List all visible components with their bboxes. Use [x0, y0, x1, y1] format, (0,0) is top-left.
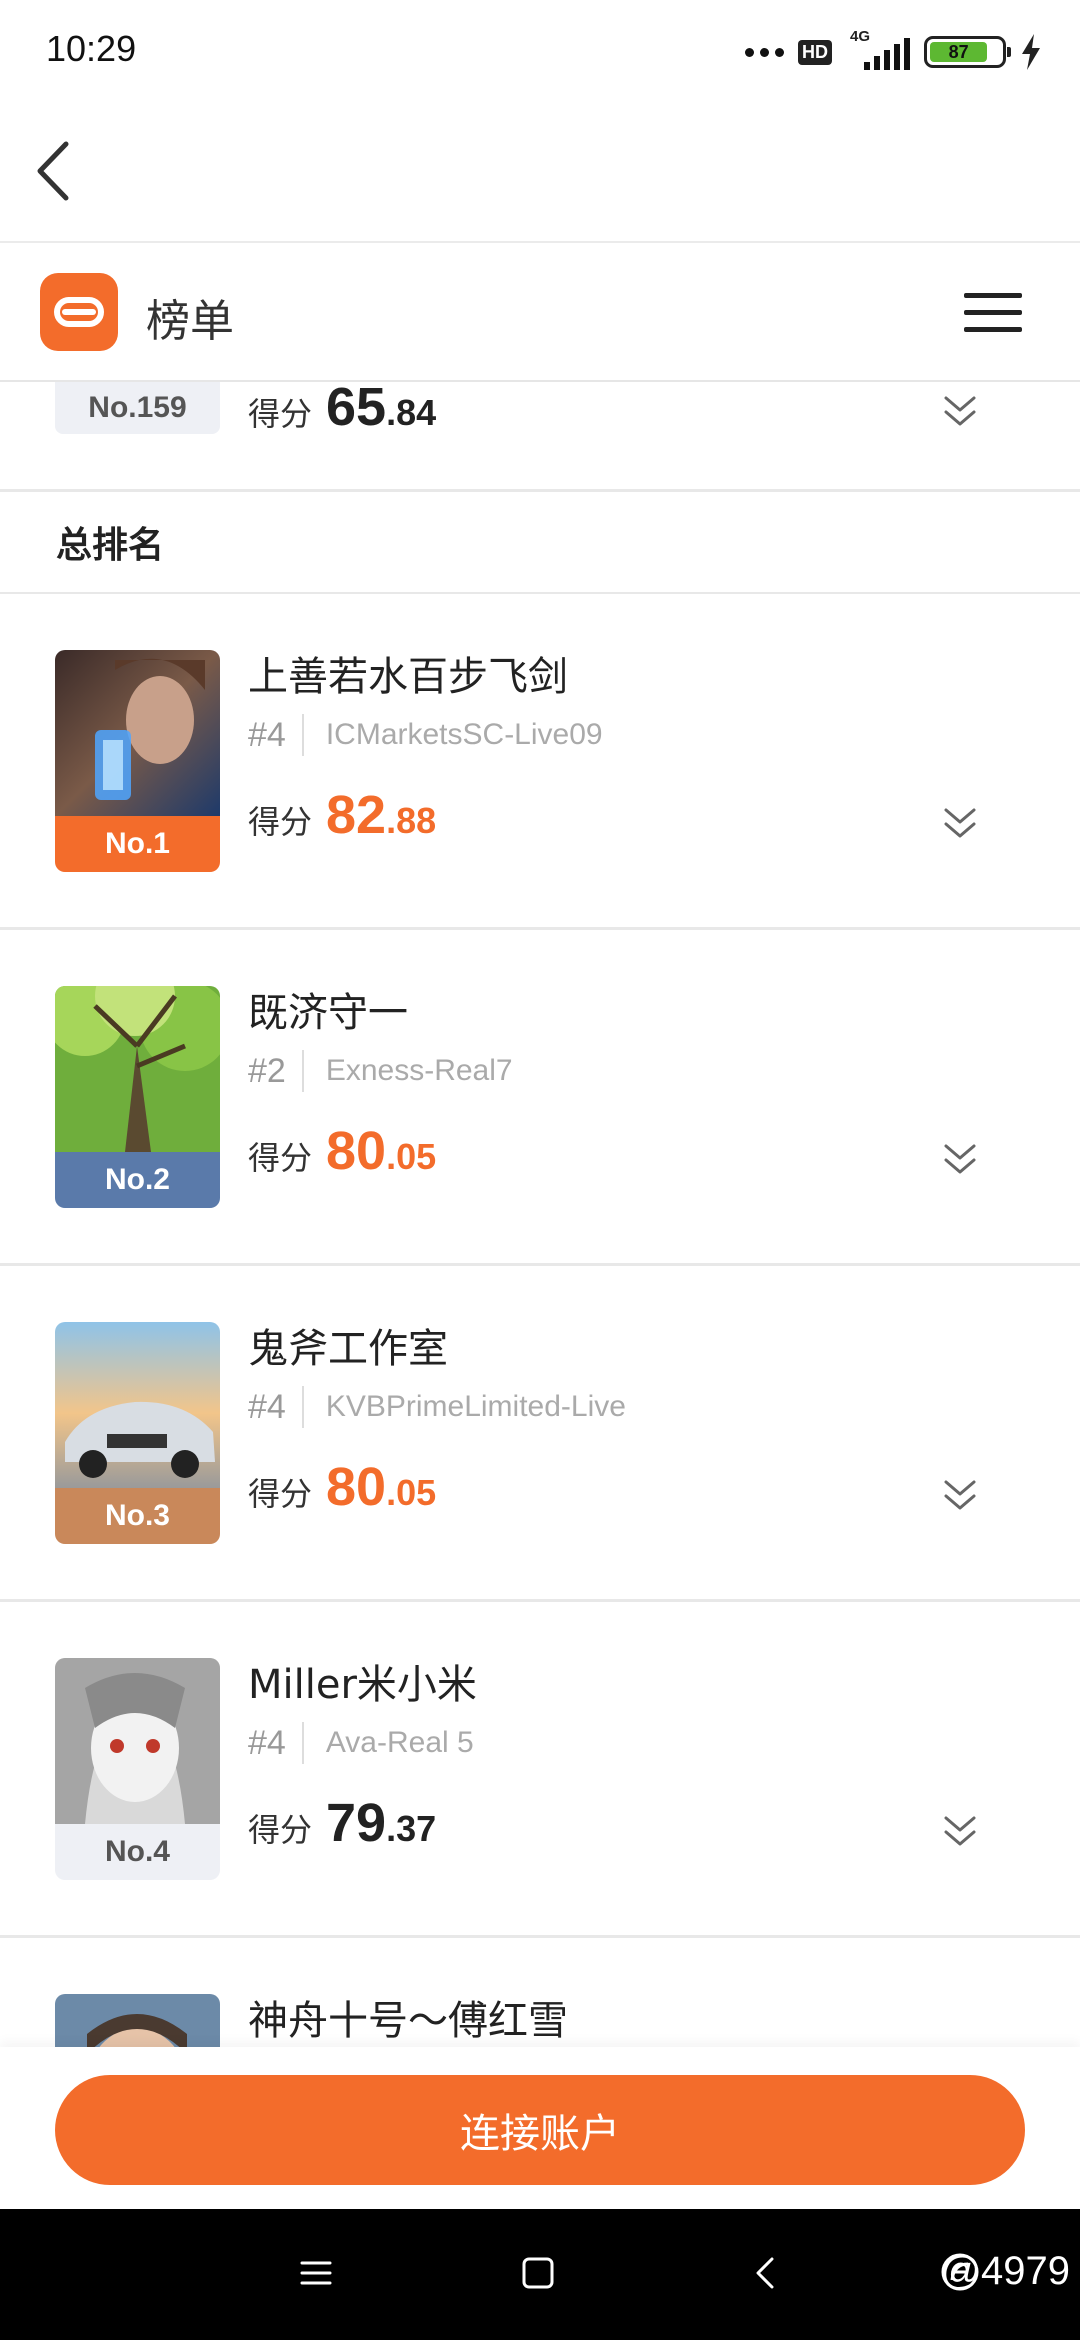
score-integer: 65 [326, 382, 387, 437]
score-decimal: .84 [386, 392, 437, 433]
server-name: KVBPrimeLimited-Live [325, 1390, 626, 1423]
rank-badge: No.3 [55, 1488, 220, 1544]
avatar-image [55, 1994, 220, 2047]
account-meta: #4 Ava-Real 5 [248, 1722, 474, 1764]
expand-chevron-icon[interactable] [940, 1814, 980, 1850]
account-number: #4 [248, 1722, 304, 1764]
ranking-card[interactable]: No.1 上善若水百步飞剑 #4 ICMarketsSC-Live09 得分 8… [0, 594, 1080, 930]
rank-badge: No.2 [55, 1152, 220, 1208]
account-meta: #4 KVBPrimeLimited-Live [248, 1386, 626, 1428]
score-value: 80.05 [326, 1120, 436, 1182]
score: 得分 82.88 [248, 784, 436, 846]
signal-icon: 4G [846, 28, 910, 72]
score-decimal: .05 [386, 1136, 437, 1177]
rank-badge: No.4 [55, 1824, 220, 1880]
charging-icon [1022, 34, 1040, 70]
account-number: #4 [248, 714, 304, 756]
expand-chevron-icon[interactable] [940, 1142, 980, 1178]
ranking-card[interactable]: No.4 Miller米小米 #4 Ava-Real 5 得分 79.37 [0, 1602, 1080, 1938]
avatar: No.3 [55, 1322, 220, 1544]
ranking-card[interactable]: No.2 既济守一 #2 Exness-Real7 得分 80.05 [0, 930, 1080, 1266]
server-name: Exness-Real7 [325, 1054, 513, 1087]
account-meta: #2 Exness-Real7 [248, 1050, 513, 1092]
page-header: 榜单 [0, 245, 1080, 382]
score-label: 得分 [248, 1139, 313, 1177]
avatar-image [55, 1658, 220, 1824]
watermark: @4979 [940, 2249, 1070, 2294]
score-label: 得分 [248, 395, 313, 433]
account-number: #2 [248, 1050, 304, 1092]
my-ranking-row[interactable]: No.159 得分 65.84 [0, 382, 1080, 492]
expand-chevron-icon[interactable] [940, 394, 980, 430]
user-name: Miller米小米 [248, 1662, 477, 1708]
battery-icon: 87 [924, 36, 1011, 68]
server-name: Ava-Real 5 [325, 1726, 474, 1759]
system-nav-bar: @4979 [0, 2209, 1080, 2340]
score-integer: 80 [326, 1457, 387, 1517]
account-meta: #4 ICMarketsSC-Live09 [248, 714, 603, 756]
avatar-image [55, 1322, 220, 1488]
score: 得分 80.05 [248, 1120, 436, 1182]
battery-level: 87 [930, 42, 988, 62]
user-name: 神舟十号～傅红雪 [248, 1998, 568, 2044]
status-icons: HD 4G 87 [745, 28, 1042, 74]
menu-nav-icon[interactable] [296, 2253, 336, 2293]
page-title: 榜单 [146, 296, 234, 347]
app-logo [40, 273, 118, 351]
expand-chevron-icon[interactable] [940, 806, 980, 842]
connect-account-button[interactable]: 连接账户 [55, 2075, 1025, 2185]
score-label: 得分 [248, 803, 313, 841]
avatar: No.2 [55, 986, 220, 1208]
score-value: 79.37 [326, 1792, 436, 1854]
score: 得分 65.84 [248, 382, 436, 438]
back-nav-icon[interactable] [746, 2253, 786, 2293]
hd-icon: HD [798, 39, 832, 65]
score: 得分 80.05 [248, 1456, 436, 1518]
score-integer: 80 [326, 1121, 387, 1181]
score-value: 65.84 [326, 382, 436, 438]
rank-badge: No.1 [55, 816, 220, 872]
avatar [55, 1994, 220, 2047]
avatar-image [55, 986, 220, 1152]
score-value: 82.88 [326, 784, 436, 846]
score-integer: 79 [326, 1793, 387, 1853]
avatar: No.4 [55, 1658, 220, 1880]
avatar: No.1 [55, 650, 220, 872]
ranking-card[interactable]: No.3 鬼斧工作室 #4 KVBPrimeLimited-Live 得分 80… [0, 1266, 1080, 1602]
score-integer: 82 [326, 785, 387, 845]
ranking-card[interactable]: 神舟十号～傅红雪 [0, 1938, 1080, 2047]
user-name: 鬼斧工作室 [248, 1326, 448, 1372]
score-label: 得分 [248, 1811, 313, 1849]
rank-badge: No.159 [55, 382, 220, 434]
status-bar: 10:29 HD 4G 87 [0, 0, 1080, 100]
score: 得分 79.37 [248, 1792, 436, 1854]
menu-icon[interactable] [964, 293, 1022, 333]
score-decimal: .05 [386, 1472, 437, 1513]
score-label: 得分 [248, 1475, 313, 1513]
bottom-action-bar: 连接账户 [0, 2047, 1080, 2209]
score-decimal: .88 [386, 800, 437, 841]
more-dots-icon [745, 47, 784, 57]
watermark-logo-icon [941, 2253, 979, 2290]
section-title: 总排名 [0, 492, 1080, 594]
link-logo-icon [54, 297, 104, 327]
avatar-image [55, 650, 220, 816]
home-nav-icon[interactable] [518, 2253, 558, 2293]
user-name: 上善若水百步飞剑 [248, 654, 568, 700]
user-name: 既济守一 [248, 990, 408, 1036]
expand-chevron-icon[interactable] [940, 1478, 980, 1514]
score-value: 80.05 [326, 1456, 436, 1518]
nav-bar [0, 100, 1080, 243]
server-name: ICMarketsSC-Live09 [325, 718, 603, 751]
account-number: #4 [248, 1386, 304, 1428]
back-arrow-icon[interactable] [30, 138, 80, 204]
ranking-list-container[interactable]: No.159 得分 65.84 总排名 No.1 上善若水百步飞剑 #4 ICM… [0, 382, 1080, 2047]
status-time: 10:29 [46, 28, 137, 69]
score-decimal: .37 [386, 1808, 437, 1849]
